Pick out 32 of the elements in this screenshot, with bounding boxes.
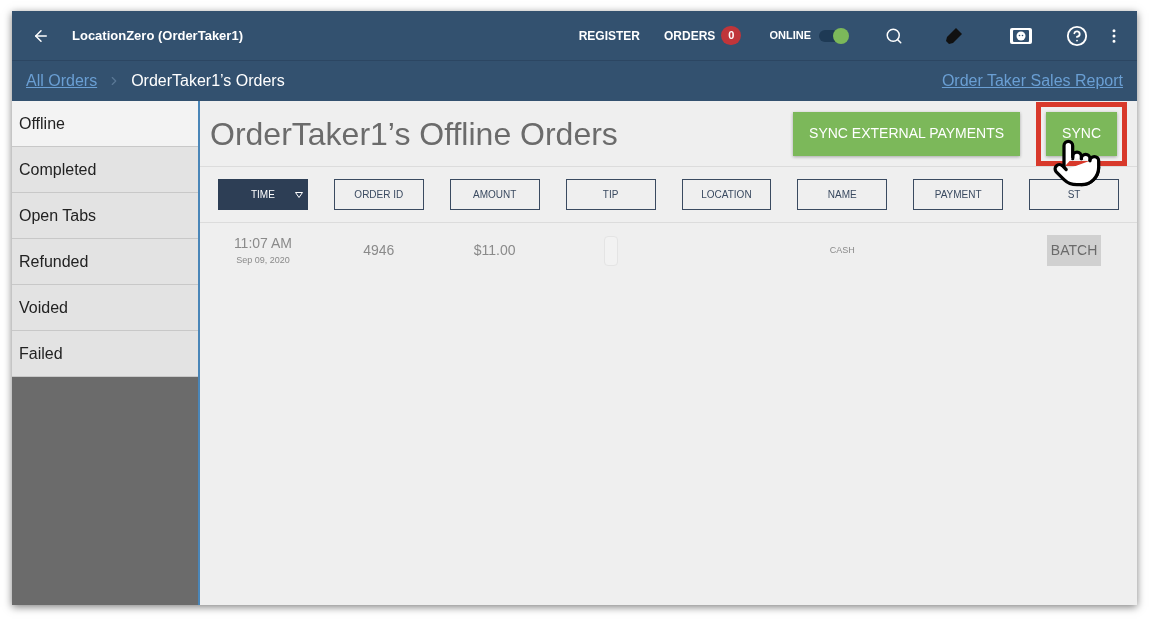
- sort-caret-icon: [294, 191, 303, 198]
- sidebar-item[interactable]: Voided: [12, 285, 198, 331]
- app-title: LocationZero (OrderTaker1): [72, 26, 243, 45]
- sidebar-item[interactable]: Failed: [12, 331, 198, 377]
- nav-tab[interactable]: ORDERS 0: [651, 11, 754, 60]
- search-icon[interactable]: [885, 26, 903, 45]
- time-cell-text: 11:07 AM: [233, 234, 292, 254]
- batch-button[interactable]: BATCH: [1046, 235, 1102, 266]
- column-header[interactable]: NAME: [797, 179, 888, 210]
- breadcrumb-current: OrderTaker1’s Orders: [131, 71, 285, 91]
- online-switch[interactable]: [819, 29, 847, 42]
- payment-cell-text: CASH: [828, 243, 856, 257]
- nav-tab[interactable]: REGISTER: [566, 11, 652, 60]
- sidebar-item[interactable]: Completed: [12, 147, 198, 193]
- face-screen-icon[interactable]: [1009, 26, 1033, 45]
- column-header[interactable]: TIME: [218, 179, 308, 210]
- column-header[interactable]: ORDER ID: [333, 179, 424, 210]
- help-icon[interactable]: [1066, 24, 1088, 47]
- column-header[interactable]: LOCATION: [681, 179, 772, 210]
- column-header[interactable]: AMOUNT: [449, 179, 540, 210]
- count-badge: 0: [721, 26, 742, 45]
- column-header[interactable]: ST: [1029, 179, 1119, 210]
- sidebar-item[interactable]: Offline: [12, 101, 198, 147]
- online-label: ONLINE: [769, 28, 811, 44]
- order-id-cell-text: 4946: [362, 241, 396, 260]
- column-header[interactable]: PAYMENT: [913, 179, 1004, 210]
- date-cell: Sep 09, 2020: [236, 254, 290, 268]
- sidebar-item[interactable]: Refunded: [12, 239, 198, 285]
- page-title: OrderTaker1’s Offline Orders: [210, 114, 618, 154]
- amount-cell-text: $11.00: [472, 241, 517, 260]
- column-header[interactable]: TIP: [565, 179, 656, 210]
- sidebar-item[interactable]: Open Tabs: [12, 193, 198, 239]
